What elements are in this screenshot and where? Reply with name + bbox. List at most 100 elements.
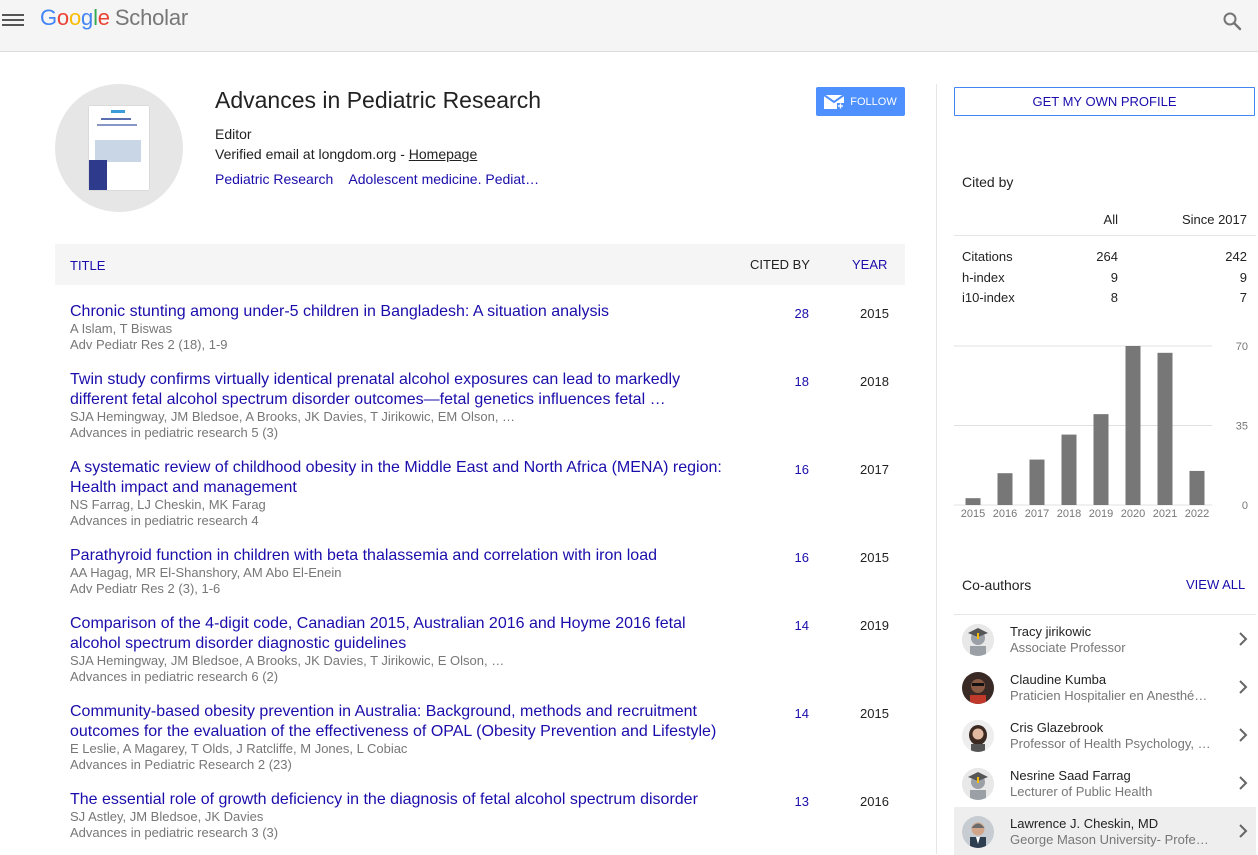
article-venue: Adv Pediatr Res 2 (18), 1-9 [70, 337, 228, 352]
chart-bar-2020[interactable] [1125, 346, 1141, 505]
person-photo [962, 720, 994, 752]
y-tick-label: 35 [1236, 421, 1248, 433]
metric-all: 8 [1110, 290, 1118, 305]
cited-by-title: Cited by [962, 174, 1014, 190]
x-tick-label: 2018 [1057, 508, 1081, 520]
article-cited-by[interactable]: 14 [795, 706, 809, 721]
article-title[interactable]: Community-based obesity prevention in Au… [70, 702, 735, 742]
y-tick-label: 70 [1236, 341, 1248, 353]
article-cited-by[interactable]: 13 [795, 794, 809, 809]
article-title[interactable]: Comparison of the 4-digit code, Canadian… [70, 614, 735, 654]
email-text: Verified email at longdom.org - [215, 146, 409, 162]
coauthor-affiliation: Professor of Health Psychology, … [1010, 736, 1211, 751]
chart-bar-2017[interactable] [1029, 459, 1045, 505]
article-cited-by[interactable]: 18 [795, 374, 809, 389]
metric-label: i10-index [962, 290, 1015, 305]
chart-bar-2019[interactable] [1093, 414, 1109, 505]
metric-since: 242 [1225, 249, 1247, 264]
articles-list: Chronic stunting among under-5 children … [55, 286, 905, 842]
cited-by-table: All Since 2017 Citations 264 242 h-index… [954, 204, 1256, 308]
article-year: 2018 [860, 374, 889, 389]
article-cited-by[interactable]: 16 [795, 462, 809, 477]
article-venue: Advances in pediatric research 6 (2) [70, 669, 279, 684]
google-scholar-logo[interactable]: Google Scholar [40, 5, 188, 31]
x-tick-label: 2020 [1121, 508, 1145, 520]
coauthor-item[interactable]: Tracy jirikowic Associate Professor [954, 615, 1256, 663]
default-avatar-icon [962, 624, 994, 656]
article-row: Community-based obesity prevention in Au… [55, 686, 905, 774]
coauthors-title: Co-authors [962, 577, 1032, 593]
follow-label: FOLLOW [850, 95, 897, 108]
coauthor-item[interactable]: Nesrine Saad Farrag Lecturer of Public H… [954, 759, 1256, 807]
article-cited-by[interactable]: 16 [795, 550, 809, 565]
chart-bar-2016[interactable] [997, 473, 1013, 505]
coauthor-name: Claudine Kumba [1010, 672, 1107, 687]
article-authors: SJA Hemingway, JM Bledsoe, A Brooks, JK … [70, 653, 505, 668]
coauthor-item[interactable]: Lawrence J. Cheskin, MD George Mason Uni… [954, 807, 1256, 855]
chart-bar-2018[interactable] [1061, 434, 1077, 505]
follow-button[interactable]: FOLLOW [816, 87, 905, 116]
sort-by-year[interactable]: YEAR [852, 257, 887, 272]
article-title[interactable]: The essential role of growth deficiency … [70, 790, 735, 810]
search-icon[interactable] [1222, 11, 1242, 31]
metric-row: h-index 9 9 [954, 267, 1256, 288]
chevron-right-icon [1239, 632, 1248, 646]
top-bar: Google Scholar [0, 0, 1258, 52]
profile-interests: Pediatric Research Adolescent medicine. … [215, 171, 551, 187]
x-tick-label: 2015 [961, 508, 985, 520]
article-year: 2015 [860, 706, 889, 721]
article-row: The essential role of growth deficiency … [55, 774, 905, 842]
coauthor-item[interactable]: Claudine Kumba Praticien Hospitalier en … [954, 663, 1256, 711]
metric-all: 9 [1110, 269, 1118, 285]
x-tick-label: 2022 [1185, 508, 1209, 520]
article-authors: A Islam, T Biswas [70, 321, 173, 336]
interest-link[interactable]: Pediatric Research [215, 171, 333, 187]
chart-bar-2021[interactable] [1157, 352, 1173, 505]
cited-by-header-row: All Since 2017 [954, 204, 1256, 236]
metric-row: Citations 264 242 [954, 246, 1256, 267]
y-tick-label: 0 [1242, 500, 1248, 512]
col-all: All [1103, 212, 1118, 227]
column-divider [936, 84, 937, 854]
coauthor-affiliation: Associate Professor [1010, 640, 1126, 655]
metric-label: h-index [962, 269, 1005, 285]
metric-since: 7 [1239, 290, 1247, 305]
coauthor-item[interactable]: Cris Glazebrook Professor of Health Psyc… [954, 711, 1256, 759]
person-photo [962, 816, 994, 848]
coauthor-name: Lawrence J. Cheskin, MD [1010, 816, 1159, 831]
cited-by-header: CITED BY [750, 257, 810, 272]
article-year: 2015 [860, 550, 889, 565]
article-authors: SJ Astley, JM Bledsoe, JK Davies [70, 809, 264, 824]
article-row: Parathyroid function in children with be… [55, 530, 905, 598]
default-avatar-icon [962, 768, 994, 800]
metric-label: Citations [962, 249, 1013, 264]
hamburger-menu-icon[interactable] [2, 11, 24, 29]
article-title[interactable]: Twin study confirms virtually identical … [70, 370, 735, 410]
profile-name: Advances in Pediatric Research [215, 87, 541, 113]
coauthor-affiliation: Lecturer of Public Health [1010, 784, 1153, 799]
homepage-link[interactable]: Homepage [409, 146, 478, 162]
sort-by-title[interactable]: TITLE [70, 258, 105, 273]
chevron-right-icon [1239, 680, 1248, 694]
chart-bar-2015[interactable] [965, 498, 981, 505]
coauthor-affiliation: George Mason University- Profes… [1010, 832, 1214, 847]
get-my-own-profile-button[interactable]: GET MY OWN PROFILE [954, 87, 1255, 116]
citations-bar-chart: 70 35 0 2015 2016 2017 2018 2019 2020 2021 2022 [954, 341, 1248, 520]
x-tick-label: 2021 [1153, 508, 1177, 520]
article-title[interactable]: Chronic stunting among under-5 children … [70, 302, 735, 322]
article-title[interactable]: Parathyroid function in children with be… [70, 546, 735, 566]
coauthor-name: Tracy jirikowic [1010, 624, 1092, 639]
metric-row: i10-index 8 7 [954, 287, 1256, 308]
article-title[interactable]: A systematic review of childhood obesity… [70, 458, 735, 498]
article-cited-by[interactable]: 28 [795, 306, 809, 321]
article-year: 2016 [860, 794, 889, 809]
chart-bar-2022[interactable] [1189, 470, 1205, 505]
article-venue: Advances in pediatric research 5 (3) [70, 425, 279, 440]
envelope-icon [824, 94, 845, 109]
article-year: 2019 [860, 618, 889, 633]
x-tick-label: 2019 [1089, 508, 1113, 520]
article-cited-by[interactable]: 14 [795, 618, 809, 633]
view-all-coauthors-link[interactable]: VIEW ALL [1186, 577, 1245, 592]
article-row: Comparison of the 4-digit code, Canadian… [55, 598, 905, 686]
interest-link[interactable]: Adolescent medicine. Pediat… [348, 171, 539, 187]
